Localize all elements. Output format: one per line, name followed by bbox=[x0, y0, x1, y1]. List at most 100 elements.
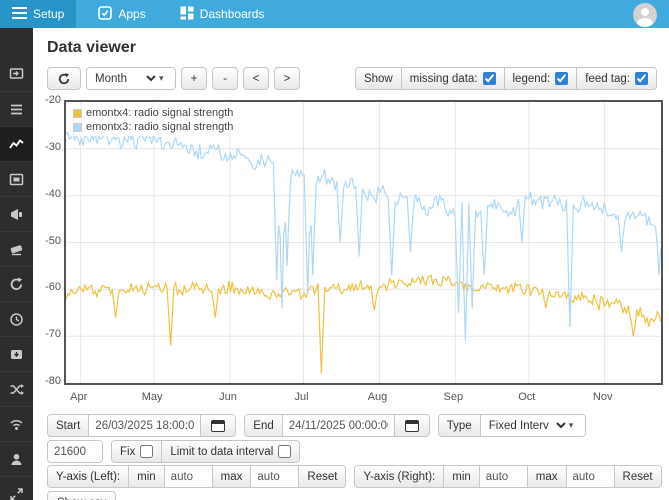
sidebar bbox=[0, 28, 33, 500]
show-toggle-2[interactable]: feed tag: bbox=[577, 68, 656, 89]
nav-spacer bbox=[276, 0, 633, 28]
inputs-icon bbox=[9, 66, 24, 81]
sidebar-item-feeds[interactable] bbox=[0, 91, 33, 126]
nav-label-dashboards: Dashboards bbox=[200, 7, 265, 21]
end-group: End bbox=[244, 414, 429, 437]
megaphone-icon bbox=[9, 207, 24, 222]
sidebar-item-fullscreen[interactable] bbox=[0, 476, 33, 500]
sidebar-item-wifi[interactable] bbox=[0, 406, 33, 441]
x-tick-label: Apr bbox=[62, 391, 96, 403]
toggle-checkbox[interactable] bbox=[483, 72, 496, 85]
end-calendar-button[interactable] bbox=[395, 415, 429, 436]
y-tick-label: -50 bbox=[40, 235, 61, 247]
show-toggle-group: Show missing data: legend: feed tag: bbox=[355, 67, 657, 90]
start-calendar-button[interactable] bbox=[201, 415, 235, 436]
eraser-icon bbox=[9, 242, 24, 257]
pan-left-button[interactable]: < bbox=[243, 67, 269, 90]
sidebar-item-announce[interactable] bbox=[0, 196, 33, 231]
sidebar-item-schedule[interactable] bbox=[0, 301, 33, 336]
avatar-head-icon bbox=[641, 8, 649, 16]
end-label: End bbox=[245, 415, 282, 436]
legend-label: emontx4: radio signal strength bbox=[86, 106, 233, 120]
sidebar-item-backup[interactable] bbox=[0, 336, 33, 371]
yright-max-input[interactable] bbox=[567, 466, 614, 487]
show-csv-button[interactable]: Show csv bbox=[47, 491, 116, 500]
show-options: Show missing data: legend: feed tag: bbox=[355, 67, 657, 90]
graphs-icon bbox=[9, 137, 24, 152]
expand-icon bbox=[9, 487, 24, 500]
pan-right-button[interactable]: > bbox=[274, 67, 300, 90]
visualization-icon bbox=[9, 172, 24, 187]
sidebar-item-refresh[interactable] bbox=[0, 266, 33, 301]
x-tick-label: Sep bbox=[436, 391, 470, 403]
type-select[interactable]: Fixed Interval bbox=[481, 415, 569, 436]
dashboards-icon bbox=[180, 6, 194, 23]
limit-checkbox[interactable] bbox=[278, 445, 291, 458]
chart: emontx4: radio signal strengthemontx3: r… bbox=[40, 95, 667, 407]
x-tick-label: Nov bbox=[586, 391, 620, 403]
chevron-down-icon: ▾ bbox=[159, 73, 164, 84]
x-tick-label: Oct bbox=[510, 391, 544, 403]
toggle-label: missing data: bbox=[410, 73, 478, 85]
x-tick-label: Jun bbox=[211, 391, 245, 403]
legend-swatch bbox=[73, 109, 82, 118]
zoom-out-button[interactable]: - bbox=[212, 67, 238, 90]
start-input[interactable] bbox=[89, 415, 200, 436]
sidebar-item-inputs[interactable] bbox=[0, 56, 33, 91]
interval-controls: Fix Limit to data interval bbox=[47, 440, 300, 463]
calendar-icon bbox=[405, 420, 419, 432]
toggle-checkbox[interactable] bbox=[635, 72, 648, 85]
chart-legend: emontx4: radio signal strengthemontx3: r… bbox=[69, 105, 237, 136]
range-select[interactable]: Month bbox=[87, 68, 159, 89]
toggle-checkbox[interactable] bbox=[555, 72, 568, 85]
yright-min-input[interactable] bbox=[480, 466, 527, 487]
sidebar-item-shuffle[interactable] bbox=[0, 371, 33, 406]
limit-toggle[interactable]: Limit to data interval bbox=[162, 441, 299, 462]
legend-swatch bbox=[73, 123, 82, 132]
csv-row: Show csv bbox=[47, 491, 116, 500]
feeds-icon bbox=[9, 102, 24, 117]
show-toggle-1[interactable]: legend: bbox=[505, 68, 578, 89]
yaxis-controls: Y-axis (Left): min max Reset Y-axis (Rig… bbox=[47, 465, 669, 488]
chart-toolbar: Month ▾ + - < > bbox=[47, 67, 300, 90]
avatar-body-icon bbox=[637, 18, 653, 27]
user-avatar[interactable] bbox=[633, 3, 657, 27]
sidebar-item-eraser[interactable] bbox=[0, 231, 33, 266]
yright-max-label: max bbox=[528, 466, 567, 487]
yleft-min-input[interactable] bbox=[165, 466, 212, 487]
show-toggle-0[interactable]: missing data: bbox=[402, 68, 505, 89]
yaxis-left-group: Y-axis (Left): min max Reset bbox=[47, 465, 346, 488]
end-input[interactable] bbox=[283, 415, 394, 436]
limit-label: Limit to data interval bbox=[170, 446, 273, 458]
x-tick-label: Aug bbox=[360, 391, 394, 403]
fix-toggle[interactable]: Fix bbox=[112, 441, 162, 462]
user-icon bbox=[9, 452, 24, 467]
yright-reset-button[interactable]: Reset bbox=[615, 466, 661, 487]
yleft-max-input[interactable] bbox=[251, 466, 298, 487]
yright-min-label: min bbox=[444, 466, 480, 487]
yleft-max-label: max bbox=[213, 466, 252, 487]
refresh-icon bbox=[9, 277, 24, 292]
top-navbar: Setup Apps Dashboards bbox=[0, 0, 669, 28]
y-tick-label: -20 bbox=[40, 94, 61, 106]
yleft-reset-button[interactable]: Reset bbox=[299, 466, 345, 487]
show-label: Show bbox=[356, 68, 402, 89]
zoom-in-button[interactable]: + bbox=[181, 67, 207, 90]
nav-item-setup[interactable]: Setup bbox=[0, 0, 76, 28]
sidebar-item-graphs[interactable] bbox=[0, 126, 33, 161]
legend-label: emontx3: radio signal strength bbox=[86, 120, 233, 134]
yaxis-left-label: Y-axis (Left): bbox=[48, 466, 129, 487]
plot-area[interactable]: emontx4: radio signal strengthemontx3: r… bbox=[64, 100, 663, 385]
refresh-button[interactable] bbox=[47, 67, 81, 90]
toggle-label: legend: bbox=[513, 73, 551, 85]
interval-input[interactable] bbox=[48, 441, 102, 462]
sidebar-item-account[interactable] bbox=[0, 441, 33, 476]
fix-checkbox[interactable] bbox=[140, 445, 153, 458]
start-label: Start bbox=[48, 415, 89, 436]
nav-item-apps[interactable]: Apps bbox=[86, 0, 157, 28]
sidebar-item-visualization[interactable] bbox=[0, 161, 33, 196]
nav-item-dashboards[interactable]: Dashboards bbox=[168, 0, 277, 28]
nav-label-apps: Apps bbox=[118, 7, 145, 21]
time-controls: Start End Type Fixed Interval ▾ bbox=[47, 414, 586, 437]
interval-input-wrap bbox=[47, 440, 103, 463]
